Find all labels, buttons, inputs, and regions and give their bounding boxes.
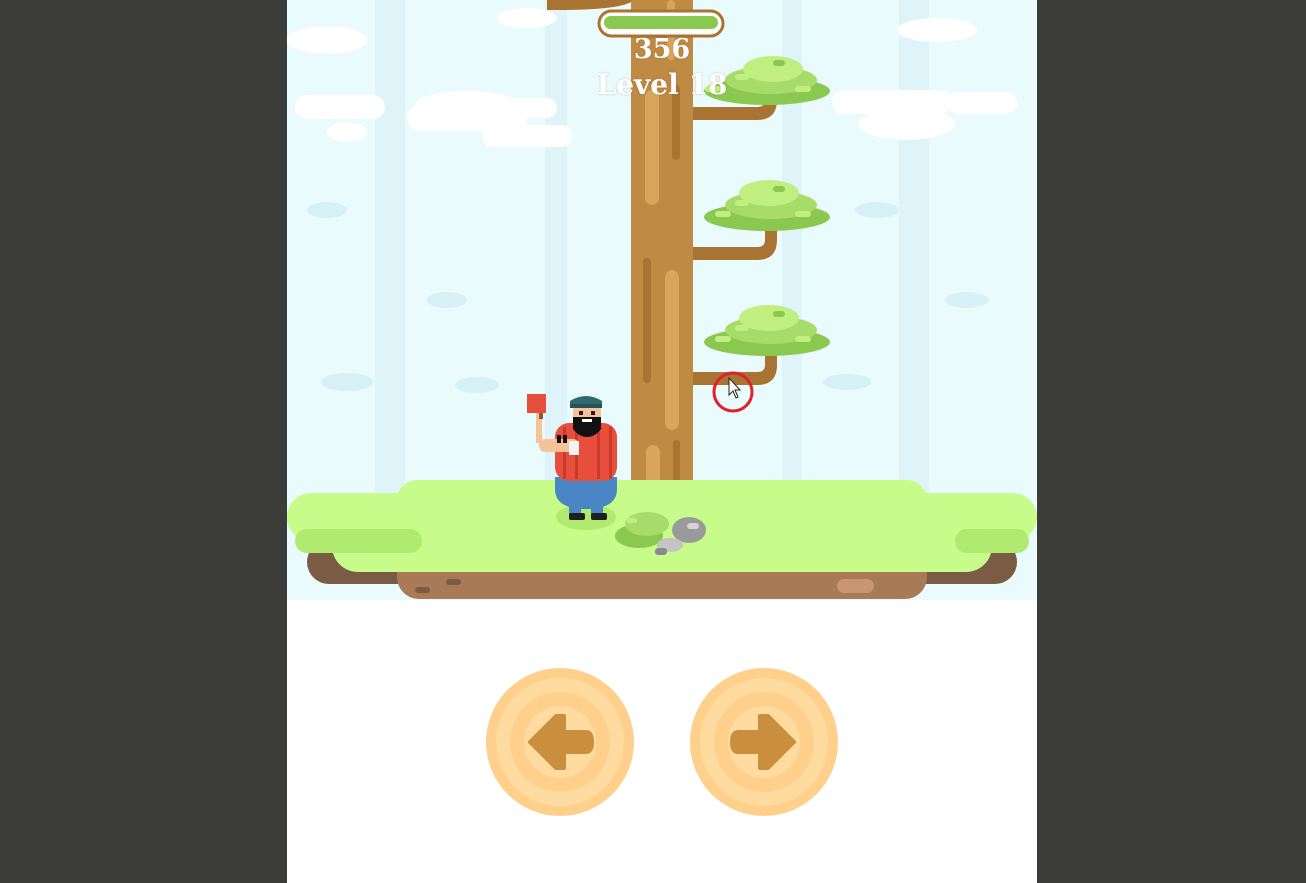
time-bar (597, 9, 725, 38)
score-display: 356 (633, 34, 691, 65)
level-display: Level 18 (596, 68, 728, 101)
game-canvas[interactable]: 356 Level 18 (287, 0, 1037, 883)
arrow-left-icon (486, 668, 634, 816)
chop-right-button[interactable] (690, 668, 838, 816)
arrow-right-icon (690, 668, 838, 816)
chop-left-button[interactable] (486, 668, 634, 816)
mouse-cursor-icon (712, 371, 754, 413)
game-scene (287, 0, 1037, 600)
